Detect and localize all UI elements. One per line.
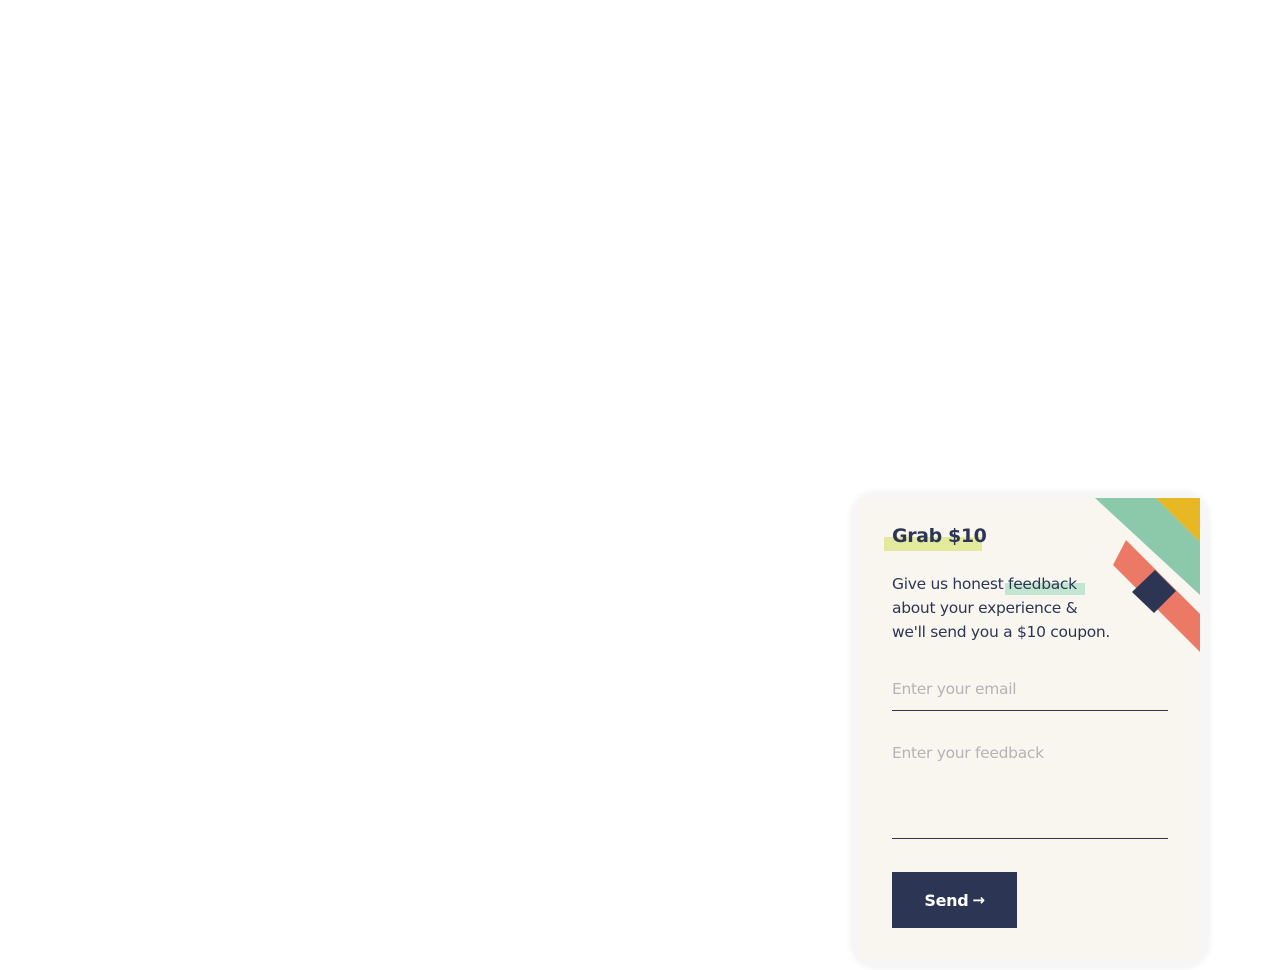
description-text: Give us honest	[892, 575, 1009, 593]
highlighted-word: feedback	[1005, 572, 1085, 596]
chevron-down-icon	[1155, 531, 1169, 540]
description-line-2: about your experience &	[892, 599, 1078, 617]
widget-title: Grab $10	[892, 525, 987, 547]
feedback-widget: Grab $10 Give us honest feedback about y…	[860, 498, 1200, 960]
send-button[interactable]: Send →	[892, 872, 1017, 928]
feedback-field[interactable]	[892, 744, 1168, 839]
send-label: Send	[924, 890, 969, 910]
collapse-button[interactable]	[1152, 526, 1172, 544]
arrow-right-icon: →	[972, 891, 985, 909]
highlight-text: feedback	[1008, 575, 1077, 593]
widget-description: Give us honest feedback about your exper…	[892, 572, 1132, 644]
description-line-1: Give us honest feedback	[892, 572, 1132, 596]
description-line-3: we'll send you a $10 coupon.	[892, 623, 1111, 641]
title-group: Grab $10	[884, 524, 987, 551]
email-field[interactable]	[892, 668, 1168, 711]
